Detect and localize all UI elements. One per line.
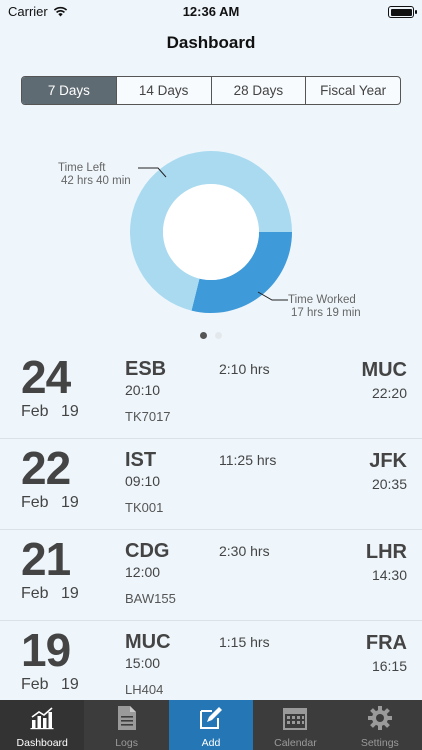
flight-duration: 2:30 hrs (219, 543, 270, 559)
tab-bar: Dashboard Logs Add Calendar Settings (0, 700, 422, 750)
period-segmented-control: 7 Days 14 Days 28 Days Fiscal Year (21, 76, 401, 105)
flight-year: 19 (61, 585, 79, 602)
battery-icon (388, 6, 417, 18)
segment-7-days[interactable]: 7 Days (22, 77, 116, 104)
flight-year: 19 (61, 676, 79, 693)
flight-day: 21 (21, 533, 71, 585)
edit-icon (197, 705, 225, 731)
document-icon (113, 705, 141, 731)
flight-day: 19 (21, 624, 71, 676)
flight-duration: 1:15 hrs (219, 634, 270, 650)
calendar-icon (281, 705, 309, 731)
time-left-value: 42 hrs 40 min (61, 175, 131, 187)
flight-departure-time: 20:10 (125, 382, 161, 398)
tab-label: Add (201, 737, 221, 749)
flight-year: 19 (61, 494, 79, 511)
page-title: Dashboard (166, 33, 256, 52)
donut-center (163, 184, 259, 280)
flight-month-year: Feb 19 (21, 403, 79, 421)
flight-arrival-time: 14:30 (371, 567, 407, 583)
bar-chart-icon (28, 705, 56, 731)
page-dot-1[interactable] (200, 332, 207, 339)
flight-log-list: 24 Feb 19 ESB 20:10 TK7017 2:10 hrs MUC … (0, 348, 422, 712)
flight-month-year: Feb 19 (21, 585, 79, 603)
flight-number: LH404 (125, 682, 164, 697)
flight-origin: MUC (125, 631, 171, 653)
tab-label: Logs (115, 737, 138, 749)
flight-destination: FRA (365, 632, 407, 654)
tab-add[interactable]: Add (168, 700, 254, 750)
flight-arrival-time: 22:20 (371, 385, 407, 401)
tab-calendar[interactable]: Calendar (253, 700, 337, 750)
time-left-label: Time Left 42 hrs 40 min (58, 162, 131, 188)
flight-number: TK001 (125, 500, 164, 515)
segment-28-days[interactable]: 28 Days (210, 77, 306, 104)
tab-settings[interactable]: Settings (338, 700, 422, 750)
status-bar: Carrier 12:36 AM (0, 0, 422, 24)
flight-number: TK7017 (125, 409, 171, 424)
flight-row[interactable]: 21 Feb 19 CDG 12:00 BAW155 2:30 hrs LHR … (0, 530, 422, 621)
page-dot-2[interactable] (215, 332, 222, 339)
flight-row[interactable]: 22 Feb 19 IST 09:10 TK001 11:25 hrs JFK … (0, 439, 422, 530)
flight-destination: JFK (369, 450, 407, 472)
flight-month-year: Feb 19 (21, 494, 79, 512)
flight-origin: IST (125, 449, 157, 471)
flight-departure-time: 15:00 (125, 655, 161, 671)
segment-fiscal-year[interactable]: Fiscal Year (305, 77, 400, 104)
flight-number: BAW155 (125, 591, 176, 606)
flight-origin: ESB (125, 358, 167, 380)
flight-origin: CDG (125, 540, 170, 562)
flight-day: 22 (21, 442, 71, 494)
time-worked-title: Time Worked (288, 294, 356, 306)
page-indicator[interactable] (0, 332, 422, 339)
tab-label: Calendar (274, 737, 317, 749)
flight-arrival-time: 16:15 (371, 658, 407, 674)
tab-label: Settings (360, 737, 399, 749)
segment-14-days[interactable]: 14 Days (115, 77, 211, 104)
tab-dashboard[interactable]: Dashboard (0, 700, 85, 750)
tab-label: Dashboard (16, 737, 68, 749)
flight-month: Feb (21, 585, 49, 602)
flight-month: Feb (21, 494, 49, 511)
flight-row[interactable]: 19 Feb 19 MUC 15:00 LH404 1:15 hrs FRA 1… (0, 621, 422, 712)
flight-month-year: Feb 19 (21, 676, 79, 694)
flight-duration: 11:25 hrs (219, 452, 277, 468)
tab-logs[interactable]: Logs (84, 700, 168, 750)
flight-arrival-time: 20:35 (371, 476, 407, 492)
time-left-title: Time Left (58, 162, 106, 174)
flight-month: Feb (21, 676, 49, 693)
flight-destination: MUC (361, 359, 407, 381)
flight-day: 24 (21, 351, 71, 403)
time-worked-label: Time Worked 17 hrs 19 min (288, 294, 361, 320)
gear-icon (366, 705, 394, 731)
flight-row[interactable]: 24 Feb 19 ESB 20:10 TK7017 2:10 hrs MUC … (0, 348, 422, 439)
flight-duration: 2:10 hrs (219, 361, 270, 377)
flight-year: 19 (61, 403, 79, 420)
status-time: 12:36 AM (182, 4, 240, 19)
flight-destination: LHR (365, 541, 407, 563)
flight-month: Feb (21, 403, 49, 420)
time-worked-value: 17 hrs 19 min (291, 307, 361, 319)
flight-departure-time: 09:10 (125, 473, 161, 489)
flight-departure-time: 12:00 (125, 564, 161, 580)
